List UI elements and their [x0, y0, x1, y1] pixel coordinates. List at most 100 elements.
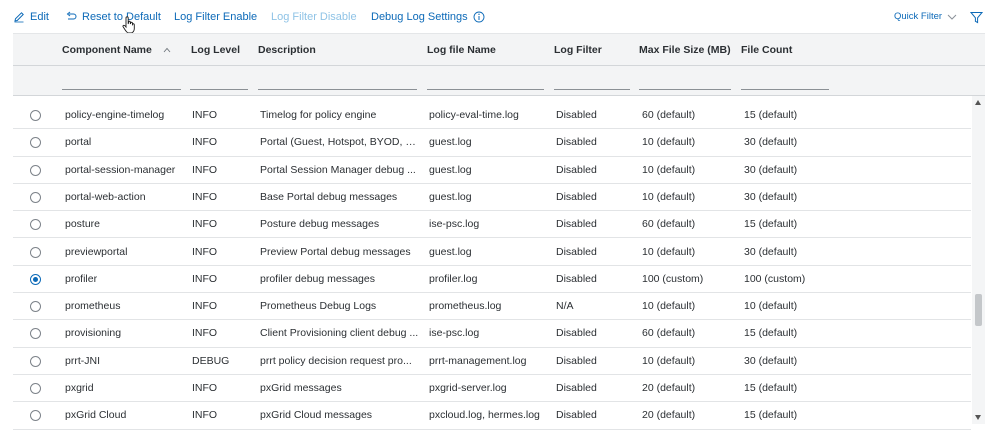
table-row[interactable]: prrt-JNI DEBUG prrt policy decision reques…	[13, 348, 971, 375]
table-row[interactable]: profiler INFO profiler debug messages profi…	[13, 266, 971, 294]
edit-button[interactable]: Edit	[13, 9, 49, 25]
table-row[interactable]: policy-engine-timelog INFO Timelog for pol…	[13, 102, 971, 130]
table-row[interactable]: portal-web-action INFO Base Portal debug m…	[13, 184, 971, 212]
log-level-filter-input[interactable]	[190, 74, 248, 90]
table-header: Component Name Log Level Description Log…	[13, 33, 985, 65]
cell-description: Posture debug messages	[260, 218, 380, 231]
row-select-radio[interactable]	[30, 110, 41, 121]
row-select-radio[interactable]	[30, 137, 41, 149]
row-select-radio[interactable]	[30, 246, 41, 258]
cell-log-level: INFO	[192, 327, 218, 340]
column-header-log-file-name[interactable]: Log file Name	[427, 43, 496, 57]
cell-log-filter: Disabled	[556, 163, 597, 176]
vertical-scrollbar[interactable]	[972, 96, 985, 424]
scroll-up-arrow-icon[interactable]	[975, 100, 981, 105]
table-row[interactable]: provisioning INFO Client Provisioning clie…	[13, 320, 971, 348]
description-filter-input[interactable]	[258, 74, 417, 90]
column-header-component-name[interactable]: Component Name	[62, 43, 171, 57]
cell-max-file-size: 10 (default)	[642, 190, 696, 203]
quick-filter-label: Quick Filter	[894, 11, 943, 22]
table-row[interactable]: prometheus INFO Prometheus Debug Logs prome…	[13, 293, 971, 321]
cell-description: pxGrid Cloud messages	[260, 409, 373, 422]
cell-log-level: INFO	[192, 272, 218, 285]
table-row[interactable]: portal-session-manager INFO Portal Session…	[13, 157, 971, 184]
log-filter-enable-label: Log Filter Enable	[174, 11, 258, 23]
cell-max-file-size: 10 (default)	[642, 136, 696, 149]
row-select-radio[interactable]	[30, 164, 41, 176]
table-row[interactable]: posture INFO Posture debug messages ise-psc…	[13, 211, 971, 239]
cell-max-file-size: 10 (default)	[642, 300, 696, 313]
cell-component-name: prrt-JNI	[65, 354, 100, 367]
column-header-log-level[interactable]: Log Level	[191, 43, 240, 57]
column-header-max-file-size[interactable]: Max File Size (MB)	[639, 43, 731, 57]
cell-log-file-name: guest.log	[429, 163, 472, 176]
row-select-radio[interactable]	[30, 301, 41, 313]
cell-component-name: portal	[65, 136, 92, 149]
log-filter-filter-input[interactable]	[554, 74, 630, 90]
cell-log-file-name: guest.log	[429, 245, 472, 258]
cell-component-name: portal-session-manager	[65, 163, 176, 176]
max-file-size-filter-input[interactable]	[639, 74, 731, 90]
component-name-filter-input[interactable]	[62, 74, 181, 90]
column-header-log-filter[interactable]: Log Filter	[554, 43, 602, 57]
cell-component-name: portal-web-action	[65, 190, 146, 203]
row-select-radio[interactable]	[30, 328, 41, 340]
log-filter-disable-label: Log Filter Disable	[271, 11, 357, 23]
filter-button[interactable]	[970, 9, 983, 25]
table-row[interactable]: pxgrid INFO pxGrid messages pxgrid-server.l…	[13, 375, 971, 403]
column-header-file-count[interactable]: File Count	[741, 43, 792, 57]
row-select-radio[interactable]	[30, 219, 41, 231]
cell-component-name: pxgrid	[65, 382, 94, 394]
column-header-description[interactable]: Description	[258, 43, 316, 57]
cell-log-filter: Disabled	[556, 272, 597, 285]
sort-ascending-icon[interactable]	[163, 47, 171, 53]
cell-log-level: INFO	[192, 300, 218, 313]
cell-description: Portal Session Manager debug ...	[260, 163, 416, 176]
cell-file-count: 30 (default)	[744, 163, 798, 176]
row-select-radio[interactable]	[30, 383, 41, 394]
table-row[interactable]: portal INFO Portal (Guest, Hotspot, BYOD, …	[13, 129, 971, 157]
cell-description: Portal (Guest, Hotspot, BYOD, C...	[260, 136, 420, 149]
row-select-radio[interactable]	[30, 410, 41, 422]
cell-max-file-size: 10 (default)	[642, 354, 696, 367]
cell-log-filter: Disabled	[556, 190, 597, 203]
pencil-icon	[14, 12, 24, 23]
info-icon[interactable]	[473, 11, 485, 23]
cell-max-file-size: 60 (default)	[642, 109, 696, 121]
cell-description: Timelog for policy engine	[260, 109, 377, 121]
cell-file-count: 15 (default)	[744, 109, 798, 121]
table-row[interactable]: pxGrid Cloud INFO pxGrid Cloud messages pxc…	[13, 402, 971, 430]
cell-log-filter: Disabled	[556, 109, 597, 121]
cell-description: Prometheus Debug Logs	[260, 300, 377, 313]
cell-component-name: posture	[65, 218, 101, 231]
cell-log-file-name: guest.log	[429, 190, 472, 203]
row-select-radio[interactable]	[30, 191, 41, 203]
cell-log-level: INFO	[192, 245, 218, 258]
reset-to-default-button[interactable]: Reset to Default	[65, 9, 161, 25]
cell-component-name: prometheus	[65, 300, 121, 313]
cell-log-level: INFO	[192, 409, 218, 422]
cell-max-file-size: 100 (custom)	[642, 272, 704, 285]
cell-file-count: 15 (default)	[744, 327, 798, 340]
table-row[interactable]: previewportal INFO Preview Portal debug me…	[13, 239, 971, 266]
cell-log-file-name: prrt-management.log	[429, 354, 527, 367]
cell-log-filter: Disabled	[556, 218, 597, 231]
scroll-thumb[interactable]	[975, 294, 982, 326]
cell-file-count: 15 (default)	[744, 218, 798, 231]
scroll-down-arrow-icon[interactable]	[975, 415, 981, 420]
row-select-radio[interactable]	[30, 355, 41, 367]
row-select-radio[interactable]	[30, 273, 41, 285]
cell-log-file-name: guest.log	[429, 136, 472, 149]
cell-component-name: pxGrid Cloud	[65, 409, 127, 422]
cell-log-file-name: prometheus.log	[429, 300, 502, 313]
log-filter-enable-button[interactable]: Log Filter Enable	[174, 9, 257, 25]
cell-file-count: 30 (default)	[744, 190, 798, 203]
cell-component-name: policy-engine-timelog	[65, 109, 165, 121]
log-filter-disable-button[interactable]: Log Filter Disable	[271, 9, 357, 25]
quick-filter-dropdown[interactable]: Quick Filter	[894, 9, 957, 25]
file-count-filter-input[interactable]	[741, 74, 829, 90]
debug-log-settings-button[interactable]: Debug Log Settings	[371, 9, 485, 25]
log-file-name-filter-input[interactable]	[427, 74, 544, 90]
cell-description: pxGrid messages	[260, 382, 342, 394]
cell-max-file-size: 60 (default)	[642, 218, 696, 231]
